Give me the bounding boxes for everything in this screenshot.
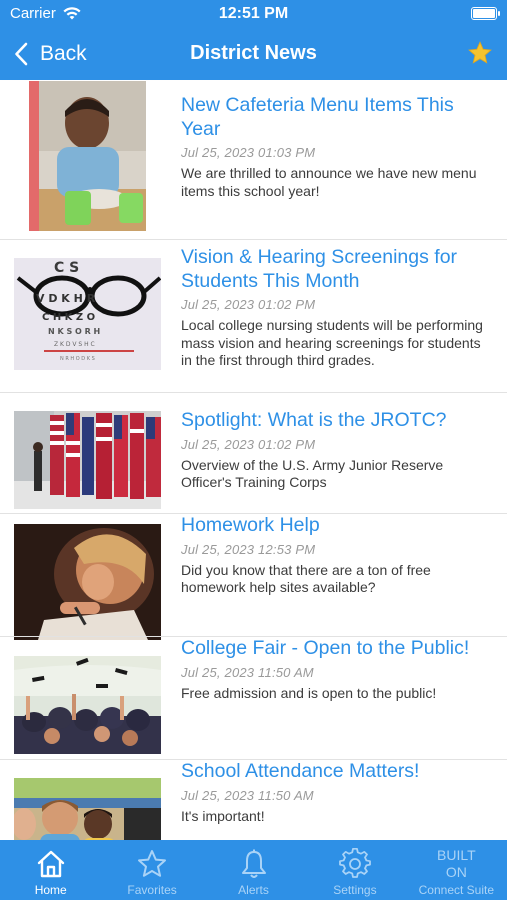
news-item[interactable]: C S V D K H R C H K Z O N K S O R H Z K … — [0, 240, 507, 410]
gear-icon — [339, 848, 371, 878]
chevron-left-icon — [15, 42, 28, 66]
tab-label: Settings — [333, 883, 377, 897]
news-item[interactable]: Homework Help Jul 25, 2023 12:53 PM Did … — [0, 514, 507, 640]
news-date: Jul 25, 2023 01:02 PM — [181, 297, 316, 312]
news-title[interactable]: Vision & Hearing Screenings for Students… — [181, 246, 489, 293]
news-date: Jul 25, 2023 11:50 AM — [181, 787, 314, 803]
svg-text:C H K Z O: C H K Z O — [42, 312, 95, 323]
news-date: Jul 25, 2023 12:53 PM — [181, 541, 316, 557]
news-item[interactable]: School Attendance Matters! Jul 25, 2023 … — [0, 760, 507, 840]
tab-label: Connect Suite — [418, 883, 495, 897]
news-title[interactable]: New Cafeteria Menu Items This Year — [181, 94, 489, 141]
star-icon — [138, 850, 167, 877]
news-thumbnail-eye-chart: C S V D K H R C H K Z O N K S O R H Z K … — [14, 258, 161, 370]
news-date: Jul 25, 2023 11:50 AM — [181, 664, 314, 680]
tab-alerts[interactable]: Alerts — [203, 840, 304, 900]
news-thumbnail-homework — [14, 524, 161, 640]
status-bar: Carrier 12:51 PM — [0, 0, 507, 30]
bell-icon — [241, 849, 266, 878]
favorite-star-icon[interactable] — [467, 40, 493, 66]
news-thumbnail-flags — [14, 411, 161, 509]
tab-label: Home — [34, 883, 67, 897]
tab-home[interactable]: Home — [0, 840, 101, 900]
news-thumbnail-classroom — [14, 778, 161, 840]
news-title[interactable]: Homework Help — [181, 514, 489, 538]
news-title[interactable]: College Fair - Open to the Public! — [181, 637, 489, 661]
news-item[interactable]: New Cafeteria Menu Items This Year Jul 2… — [0, 80, 507, 240]
news-title[interactable]: School Attendance Matters! — [181, 760, 489, 784]
news-item[interactable]: Spotlight: What is the JROTC? Jul 25, 20… — [0, 403, 507, 514]
news-description: Overview of the U.S. Army Junior Reserve… — [181, 456, 444, 491]
battery-icon — [471, 7, 500, 20]
news-list[interactable]: New Cafeteria Menu Items This Year Jul 2… — [0, 80, 507, 840]
svg-text:N R H O D K S: N R H O D K S — [60, 356, 95, 362]
svg-text:N K S O R H: N K S O R H — [48, 327, 100, 336]
news-date: Jul 25, 2023 01:03 PM — [181, 145, 316, 160]
tab-bar: Home Favorites Alerts Settings BUILT ON … — [0, 840, 507, 900]
news-description: It's important! — [181, 807, 265, 824]
navigation-bar: Back District News — [0, 30, 507, 80]
news-description: Local college nursing students will be p… — [181, 317, 483, 368]
built-on-logo: BUILT ON — [437, 847, 476, 880]
tab-label: Alerts — [238, 883, 269, 897]
svg-text:Z K D V S H C: Z K D V S H C — [54, 341, 95, 348]
tab-settings[interactable]: Settings — [304, 840, 405, 900]
news-description: We are thrilled to announce we have new … — [181, 165, 477, 199]
svg-text:V D K H R: V D K H R — [36, 292, 96, 305]
clock-time: 12:51 PM — [218, 5, 289, 22]
news-thumbnail-graduation — [14, 656, 161, 754]
news-date: Jul 25, 2023 01:02 PM — [181, 436, 316, 452]
news-thumbnail-cafeteria — [29, 81, 146, 231]
tab-favorites[interactable]: Favorites — [101, 840, 202, 900]
tab-label: Favorites — [127, 883, 177, 897]
svg-text:C S: C S — [54, 260, 79, 276]
home-icon — [37, 850, 64, 878]
back-label: Back — [40, 42, 87, 65]
back-button[interactable]: Back — [14, 39, 87, 69]
tab-connect-suite[interactable]: BUILT ON Connect Suite — [406, 840, 507, 900]
news-description: Free admission and is open to the public… — [181, 684, 437, 701]
divider — [0, 392, 507, 393]
news-description: Did you know that there are a ton of fre… — [181, 561, 431, 596]
news-title[interactable]: Spotlight: What is the JROTC? — [181, 409, 489, 433]
news-item[interactable]: College Fair - Open to the Public! Jul 2… — [0, 637, 507, 760]
